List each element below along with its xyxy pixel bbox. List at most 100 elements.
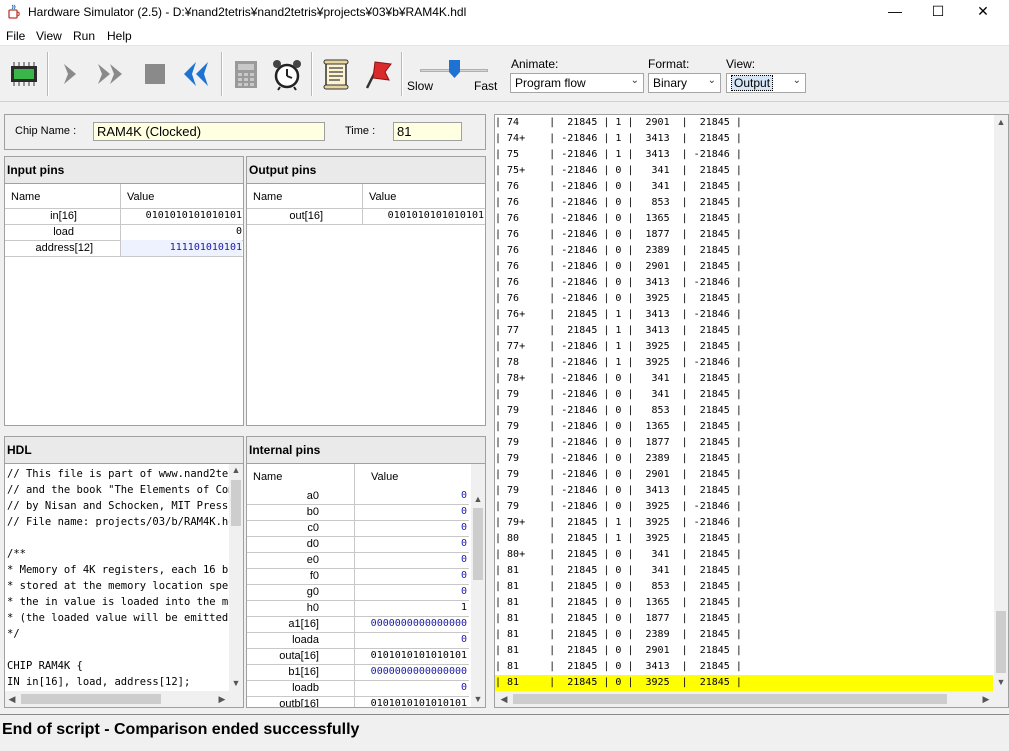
hdl-vertical-scrollbar[interactable]: ▲ ▼ xyxy=(229,464,243,691)
hdl-code-line: */ xyxy=(7,628,20,640)
scrollbar-thumb[interactable] xyxy=(996,611,1006,673)
pin-name: load xyxy=(53,226,74,238)
title-bar: Hardware Simulator (2.5) - D:¥nand2tetri… xyxy=(0,0,1009,24)
output-vertical-scrollbar[interactable]: ▲ ▼ xyxy=(994,115,1008,691)
view-select-value: Output xyxy=(731,75,774,91)
internal-pin-value: 0101010101010101 xyxy=(370,698,467,707)
output-row: | 79+ | 21845 | 1 | 3925 | -21846 | xyxy=(495,517,742,528)
scrollbar-thumb[interactable] xyxy=(231,480,241,526)
scroll-up-icon[interactable]: ▲ xyxy=(471,494,485,504)
internal-pin-value: 0 xyxy=(460,586,467,597)
internal-pin-value: 0000000000000000 xyxy=(370,666,467,677)
pin-value-input[interactable]: 0 xyxy=(121,224,242,240)
breakpoints-button[interactable] xyxy=(359,56,395,92)
output-row-highlighted: | 81 | 21845 | 0 | 3925 | 21845 | xyxy=(495,675,993,691)
script-button[interactable] xyxy=(318,56,354,92)
output-row: | 77+ | -21846 | 1 | 3925 | 21845 | xyxy=(495,341,742,352)
internal-pin-name: a0 xyxy=(306,490,319,502)
view-select[interactable]: Output ⌄ xyxy=(726,73,806,93)
view-label: View: xyxy=(726,57,756,71)
scroll-right-icon[interactable]: ▶ xyxy=(981,694,991,705)
output-row: | 81 | 21845 | 0 | 2389 | 21845 | xyxy=(495,629,742,640)
breakpoint-flag-icon xyxy=(365,61,392,89)
internal-pin-value: 0 xyxy=(460,634,467,645)
output-row: | 76 | -21846 | 0 | 3413 | -21846 | xyxy=(495,277,742,288)
speed-slider-thumb[interactable] xyxy=(448,60,460,78)
output-row: | 78 | -21846 | 1 | 3925 | -21846 | xyxy=(495,357,742,368)
internal-pin-name: c0 xyxy=(307,522,319,534)
hdl-horizontal-scrollbar[interactable]: ◀ ▶ xyxy=(5,691,243,707)
stop-button[interactable] xyxy=(137,56,173,92)
internal-pin-value: 0 xyxy=(460,506,467,517)
close-button[interactable]: ✕ xyxy=(960,0,1006,24)
slow-label: Slow xyxy=(407,79,434,93)
scroll-up-icon[interactable]: ▲ xyxy=(994,117,1008,127)
col-header-value: Value xyxy=(127,191,155,203)
animate-label: Animate: xyxy=(511,57,559,71)
output-row: | 76 | -21846 | 0 | 1365 | 21845 | xyxy=(495,213,742,224)
hdl-code-line: CHIP RAM4K { xyxy=(7,660,83,672)
menu-run[interactable]: Run xyxy=(73,29,95,43)
eval-button[interactable] xyxy=(228,56,264,92)
output-row: | 81 | 21845 | 0 | 2901 | 21845 | xyxy=(495,645,742,656)
pin-value-input[interactable]: 111101010101 xyxy=(121,240,242,256)
tick-tock-button[interactable] xyxy=(269,56,305,92)
output-row: | 81 | 21845 | 0 | 853 | 21845 | xyxy=(495,581,742,592)
time-field: 81 xyxy=(393,122,462,141)
pin-value-input[interactable]: 0101010101010101 xyxy=(121,208,242,224)
scrollbar-thumb[interactable] xyxy=(513,694,947,704)
rewind-icon xyxy=(184,62,208,86)
internal-pin-value: 0 xyxy=(460,554,467,565)
input-pins-panel: Input pins Name Value in[16] 01010101010… xyxy=(4,156,244,426)
animate-select-value: Program flow xyxy=(515,76,586,90)
menu-bar: File View Run Help xyxy=(0,24,1009,46)
minimize-button[interactable]: — xyxy=(872,0,918,24)
output-row: | 80 | 21845 | 1 | 3925 | 21845 | xyxy=(495,533,742,544)
output-row: | 81 | 21845 | 0 | 3413 | 21845 | xyxy=(495,661,742,672)
animate-select[interactable]: Program flow ⌄ xyxy=(510,73,644,93)
menu-file[interactable]: File xyxy=(6,29,25,43)
hdl-code-line: // This file is part of www.nand2tetr xyxy=(7,468,229,480)
scroll-down-icon[interactable]: ▼ xyxy=(229,678,243,688)
col-header-name: Name xyxy=(11,191,41,203)
internal-pin-name: loada xyxy=(292,634,319,646)
format-select-value: Binary xyxy=(653,76,688,90)
hdl-code-line: * the in value is loaded into the me xyxy=(7,596,229,608)
internal-pin-name: outa[16] xyxy=(279,650,319,662)
scrollbar-thumb[interactable] xyxy=(473,508,483,580)
hdl-code-view[interactable]: // This file is part of www.nand2tetr // … xyxy=(5,463,243,691)
output-pins-table: Name Value out[16] 0101010101010101 xyxy=(247,183,485,425)
load-chip-button[interactable] xyxy=(6,56,42,92)
internal-pin-name: b1[16] xyxy=(288,666,319,678)
scroll-left-icon[interactable]: ◀ xyxy=(499,694,509,705)
scrollbar-thumb[interactable] xyxy=(21,694,161,704)
col-header-value: Value xyxy=(371,471,399,483)
run-button[interactable] xyxy=(94,56,130,92)
scroll-left-icon[interactable]: ◀ xyxy=(7,694,17,705)
internal-pin-value: 0 xyxy=(460,538,467,549)
status-message: End of script - Comparison ended success… xyxy=(2,721,360,738)
script-scroll-icon xyxy=(323,59,349,90)
scroll-right-icon[interactable]: ▶ xyxy=(217,694,227,705)
internal-pin-value: 0 xyxy=(460,522,467,533)
output-row: | 81 | 21845 | 0 | 1365 | 21845 | xyxy=(495,597,742,608)
single-step-button[interactable] xyxy=(54,56,90,92)
output-pins-title: Output pins xyxy=(249,163,317,177)
chevron-down-icon: ⌄ xyxy=(707,75,716,86)
reset-button[interactable] xyxy=(178,56,214,92)
internal-pin-name: g0 xyxy=(306,586,319,598)
menu-help[interactable]: Help xyxy=(107,29,132,43)
output-row: | 81 | 21845 | 0 | 341 | 21845 | xyxy=(495,565,742,576)
output-table-view[interactable]: | 74 | 21845 | 1 | 2901 | 21845 | | 74+ |… xyxy=(494,114,1009,708)
internal-pin-name: loadb xyxy=(292,682,319,694)
format-select[interactable]: Binary ⌄ xyxy=(648,73,721,93)
chevron-down-icon: ⌄ xyxy=(792,75,801,86)
scroll-up-icon[interactable]: ▲ xyxy=(229,465,243,475)
scroll-down-icon[interactable]: ▼ xyxy=(994,677,1008,687)
output-horizontal-scrollbar[interactable]: ◀ ▶ xyxy=(495,691,1008,707)
scroll-down-icon[interactable]: ▼ xyxy=(471,694,485,704)
pin-name: address[12] xyxy=(35,242,93,254)
menu-view[interactable]: View xyxy=(36,29,62,43)
maximize-button[interactable]: ☐ xyxy=(915,0,961,24)
internal-pins-scrollbar[interactable]: ▲ ▼ xyxy=(471,464,485,707)
